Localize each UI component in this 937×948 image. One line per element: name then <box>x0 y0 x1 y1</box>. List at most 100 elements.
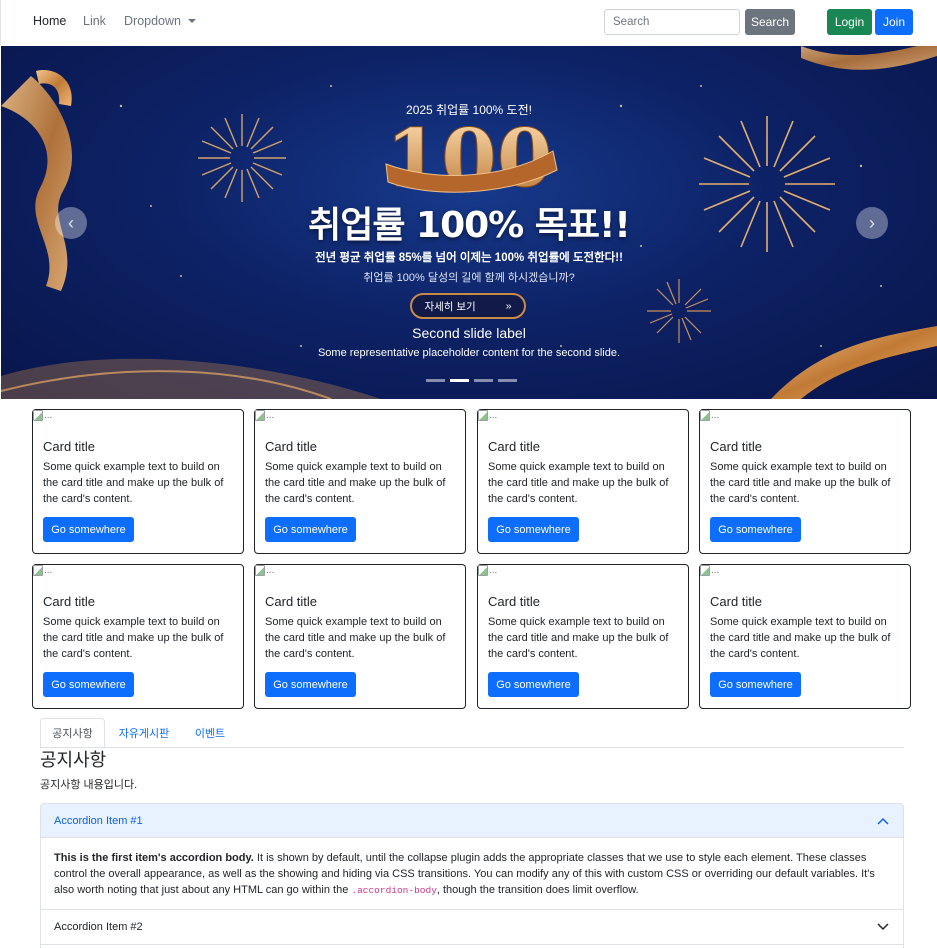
banner-detail-label: 자세히 보기 <box>424 300 476 313</box>
card: ... Card title Some quick example text to … <box>699 409 911 554</box>
banner-subtitle: 전년 평균 취업률 85%를 넘어 이제는 100% 취업률에 도전한다!! <box>315 252 623 264</box>
accordion-item-1-body: This is the first item's accordion body.… <box>54 850 884 899</box>
accordion-item-1-title: Accordion Item #1 <box>54 814 143 827</box>
accordion-item-1-header[interactable]: Accordion Item #1 <box>41 804 903 838</box>
ribbon-top-right <box>801 46 937 70</box>
card-image-alt: ... <box>711 410 720 421</box>
card-go-button[interactable]: Go somewhere <box>488 672 579 697</box>
card-image-alt: ... <box>489 565 498 576</box>
broken-image-icon <box>478 565 488 576</box>
card: ... Card title Some quick example text to … <box>32 409 244 554</box>
tab-free-board[interactable]: 자유게시판 <box>108 718 180 748</box>
join-button[interactable]: Join <box>875 9 913 35</box>
card-image-alt: ... <box>266 565 275 576</box>
broken-image-icon <box>255 565 265 576</box>
card-image-alt: ... <box>44 565 53 576</box>
nav-link[interactable]: Link <box>83 14 106 28</box>
accordion-divider <box>41 944 903 945</box>
card-image: ... <box>255 410 274 421</box>
card: ... Card title Some quick example text to … <box>254 564 466 709</box>
card-image: ... <box>33 565 52 576</box>
search-button[interactable]: Search <box>745 9 795 35</box>
card-image: ... <box>33 410 52 421</box>
card-text: Some quick example text to build on the … <box>488 616 669 660</box>
banner-subtitle-2: 취업률 100% 달성의 길에 함께 하시겠습니까? <box>363 272 575 284</box>
carousel-indicators <box>426 379 517 382</box>
accordion: Accordion Item #1 This is the first item… <box>40 803 904 948</box>
accordion-body-end: , though the transition does limit overf… <box>436 884 639 896</box>
card: ... Card title Some quick example text to … <box>477 564 689 709</box>
card-go-button[interactable]: Go somewhere <box>43 672 134 697</box>
tabs-divider <box>40 747 904 748</box>
card-go-button[interactable]: Go somewhere <box>710 672 801 697</box>
navbar: Home Link Dropdown Search Login Join <box>0 0 937 45</box>
card-title: Card title <box>43 439 96 454</box>
tab-event[interactable]: 이벤트 <box>186 718 234 748</box>
broken-image-icon <box>255 410 265 421</box>
card-go-button[interactable]: Go somewhere <box>43 517 134 542</box>
card-image-alt: ... <box>711 565 720 576</box>
accordion-body-strong: This is the first item's accordion body. <box>54 852 254 864</box>
banner-top-text: 2025 취업률 100% 도전! <box>406 103 532 117</box>
broken-image-icon <box>700 410 710 421</box>
card-title: Card title <box>265 594 318 609</box>
login-button[interactable]: Login <box>827 9 872 35</box>
carousel-caption-text: Some representative placeholder content … <box>317 347 621 359</box>
card-go-button[interactable]: Go somewhere <box>265 517 356 542</box>
notice-title: 공지사항 <box>40 750 107 770</box>
tab-notice[interactable]: 공지사항 <box>40 718 105 748</box>
search-input[interactable] <box>604 9 740 35</box>
banner-detail-button[interactable]: 자세히 보기 » <box>410 293 526 319</box>
card-text: Some quick example text to build on the … <box>488 461 669 505</box>
card-go-button[interactable]: Go somewhere <box>710 517 801 542</box>
card: ... Card title Some quick example text to … <box>254 409 466 554</box>
card-text: Some quick example text to build on the … <box>43 461 224 505</box>
card-title: Card title <box>488 594 541 609</box>
card: ... Card title Some quick example text to … <box>32 564 244 709</box>
card: ... Card title Some quick example text to … <box>699 564 911 709</box>
card-image: ... <box>700 410 719 421</box>
carousel-indicator[interactable] <box>426 379 445 382</box>
broken-image-icon <box>700 565 710 576</box>
card-image-alt: ... <box>489 410 498 421</box>
carousel: 100 ‹ › 2025 취업률 100% 도전! 취업률 100% 목표!! … <box>1 46 937 399</box>
carousel-caption-title: Second slide label <box>412 325 526 341</box>
card-text: Some quick example text to build on the … <box>710 616 891 660</box>
accordion-item-2-title: Accordion Item #2 <box>54 921 143 933</box>
carousel-indicator-active[interactable] <box>450 379 469 382</box>
card-title: Card title <box>488 439 541 454</box>
caret-down-icon <box>187 19 196 23</box>
banner-headline: 취업률 100% 목표!! <box>308 205 631 246</box>
accordion-item-2-header[interactable]: Accordion Item #2 <box>41 909 903 944</box>
card-image: ... <box>478 565 497 576</box>
chevron-up-icon <box>877 817 889 825</box>
card-text: Some quick example text to build on the … <box>43 616 224 660</box>
broken-image-icon <box>478 410 488 421</box>
card-image: ... <box>478 410 497 421</box>
nav-dropdown[interactable]: Dropdown <box>124 14 196 28</box>
card-text: Some quick example text to build on the … <box>265 616 446 660</box>
card-title: Card title <box>43 594 96 609</box>
card-text: Some quick example text to build on the … <box>710 461 891 505</box>
nav-home-link[interactable]: Home <box>33 14 66 28</box>
accordion-body-code: .accordion-body <box>351 885 437 896</box>
card: ... Card title Some quick example text to … <box>477 409 689 554</box>
notice-text: 공지사항 내용입니다. <box>40 779 138 791</box>
card-go-button[interactable]: Go somewhere <box>265 672 356 697</box>
card-title: Card title <box>265 439 318 454</box>
double-chevron-right-icon: » <box>505 300 512 312</box>
card-title: Card title <box>710 594 763 609</box>
carousel-indicator[interactable] <box>474 379 493 382</box>
broken-image-icon <box>33 410 43 421</box>
card-image-alt: ... <box>266 410 275 421</box>
card-image: ... <box>255 565 274 576</box>
carousel-indicator[interactable] <box>498 379 517 382</box>
nav-dropdown-label: Dropdown <box>124 14 181 28</box>
card-image-alt: ... <box>44 410 53 421</box>
card-image: ... <box>700 565 719 576</box>
card-text: Some quick example text to build on the … <box>265 461 446 505</box>
broken-image-icon <box>33 565 43 576</box>
chevron-down-icon <box>877 923 889 931</box>
card-go-button[interactable]: Go somewhere <box>488 517 579 542</box>
firework-left <box>198 114 286 202</box>
